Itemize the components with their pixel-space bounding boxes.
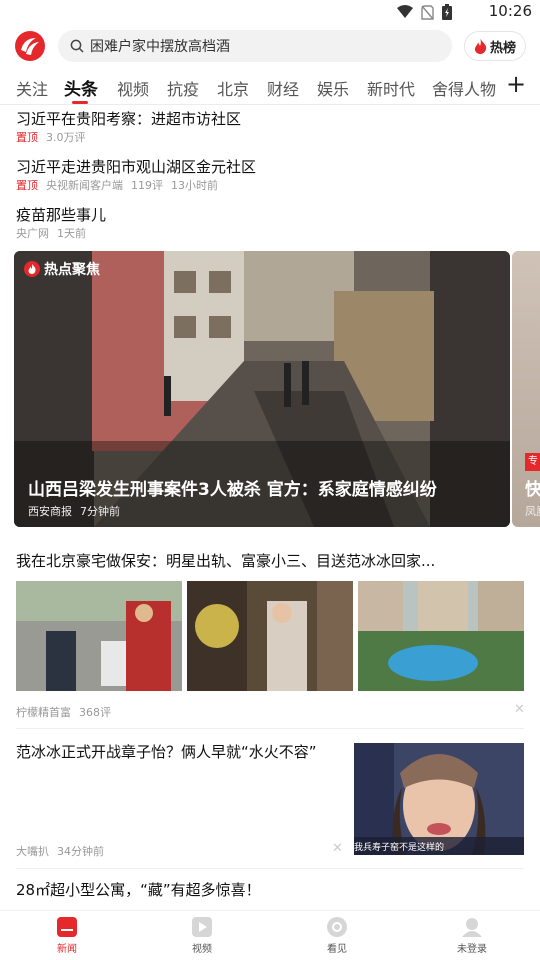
status-bar: 10:26: [0, 0, 540, 24]
video-icon: [192, 917, 212, 937]
news-meta: 央广网 1天前: [16, 225, 86, 241]
search-input[interactable]: 困难户家中摆放高档酒: [58, 30, 452, 62]
news-time: 34分钟前: [57, 845, 104, 858]
tab-entertainment[interactable]: 娱乐: [317, 76, 349, 100]
eye-icon: [327, 917, 347, 937]
status-icons: [397, 4, 452, 20]
tab-beijing[interactable]: 北京: [217, 76, 249, 100]
nav-video[interactable]: 视频: [172, 917, 232, 955]
ifeng-logo-icon[interactable]: [14, 30, 46, 62]
search-placeholder: 困难户家中摆放高档酒: [90, 39, 230, 55]
comment-count: 368评: [79, 706, 111, 719]
channel-tabs: 关注 头条 视频 抗疫 北京 财经 娱乐 新时代 舍得人物 +: [0, 72, 540, 104]
article-image-row[interactable]: [16, 581, 524, 691]
tab-new-era[interactable]: 新时代: [367, 76, 415, 100]
pinned-tag: 置顶: [16, 179, 38, 192]
news-title[interactable]: 疫苗那些事儿: [16, 204, 106, 225]
tab-finance[interactable]: 财经: [267, 76, 299, 100]
next-card-title: 快: [525, 480, 540, 500]
status-time: 10:26: [488, 2, 532, 20]
news-title[interactable]: 习近平在贵阳考察：进超市访社区: [16, 108, 241, 129]
wifi-icon: [397, 5, 413, 18]
article-meta: 柠檬精首富 368评: [16, 704, 111, 720]
article-title[interactable]: 我在北京豪宅做保安：明星出轨、富豪小三、目送范冰冰回家...: [16, 550, 435, 571]
news-time: 7分钟前: [80, 505, 120, 518]
battery-icon: [442, 4, 452, 20]
news-time: 13小时前: [171, 179, 218, 192]
nav-label: 新闻: [57, 944, 77, 955]
tab-people[interactable]: 舍得人物: [432, 76, 496, 100]
tab-anti-epidemic[interactable]: 抗疫: [167, 76, 199, 100]
hot-focus-badge: 热点聚焦: [24, 259, 100, 279]
flame-icon: [474, 38, 487, 54]
thumbnail-caption: 我兵寿子窑不是这样的: [354, 843, 445, 853]
article-title[interactable]: 28㎡超小型公寓，“藏”有超多惊喜！: [16, 879, 261, 900]
news-source: 央广网: [16, 227, 49, 240]
comment-count: 3.0万评: [46, 131, 86, 144]
news-source: 柠檬精首富: [16, 706, 71, 719]
hot-list-label: 热榜: [489, 40, 516, 56]
dismiss-icon[interactable]: ✕: [514, 702, 525, 717]
no-sim-icon: [421, 4, 434, 20]
hot-focus-badge-label: 热点聚焦: [44, 262, 100, 278]
nav-news[interactable]: 新闻: [37, 917, 97, 955]
news-source: 西安商报: [28, 505, 72, 518]
article-meta: 大嘴扒 34分钟前: [16, 843, 104, 859]
news-meta: 置顶 央视新闻客户端 119评 13小时前: [16, 177, 218, 193]
header: 困难户家中摆放高档酒 热榜: [0, 28, 540, 64]
special-tag: 专: [525, 453, 540, 471]
article-thumbnail[interactable]: 我兵寿子窑不是这样的: [354, 743, 524, 855]
article-thumbnail-image: [354, 743, 524, 855]
article-image: [16, 581, 182, 691]
tab-follow[interactable]: 关注: [16, 76, 48, 100]
pinned-tag: 置顶: [16, 131, 38, 144]
nav-label: 看见: [327, 944, 347, 955]
news-source: 央视新闻客户端: [46, 179, 123, 192]
article-image: [358, 581, 524, 691]
tab-headlines[interactable]: 头条: [64, 75, 98, 100]
article-title[interactable]: 范冰冰正式开战章子怡？俩人早就“水火不容”: [16, 741, 317, 762]
hot-focus-card[interactable]: 热点聚焦 山西吕梁发生刑事案件3人被杀 官方：系家庭情感纠纷 西安商报 7分钟前: [14, 251, 510, 527]
hot-list-button[interactable]: 热榜: [464, 31, 526, 61]
next-card-source: 凤凰: [525, 505, 540, 518]
tab-video[interactable]: 视频: [117, 76, 149, 100]
nav-profile[interactable]: 未登录: [442, 917, 502, 955]
flame-icon: [24, 261, 40, 277]
bottom-nav: 新闻 视频 看见 未登录: [0, 910, 540, 960]
hot-focus-meta: 西安商报 7分钟前: [28, 503, 120, 519]
hot-focus-title: 山西吕梁发生刑事案件3人被杀 官方：系家庭情感纠纷: [28, 480, 437, 500]
user-icon: [462, 918, 482, 937]
news-time: 1天前: [57, 227, 86, 240]
news-source: 大嘴扒: [16, 845, 49, 858]
news-icon: [57, 917, 77, 937]
comment-count: 119评: [131, 179, 163, 192]
nav-label: 视频: [192, 944, 212, 955]
search-icon: [70, 39, 84, 53]
news-meta: 置顶 3.0万评: [16, 129, 86, 145]
article-image: [187, 581, 353, 691]
divider: [16, 728, 524, 729]
next-hot-card[interactable]: 专 快 凤凰: [512, 251, 540, 527]
dismiss-icon[interactable]: ✕: [332, 841, 343, 856]
news-title[interactable]: 习近平走进贵阳市观山湖区金元社区: [16, 156, 256, 177]
nav-see[interactable]: 看见: [307, 917, 367, 955]
add-channel-icon[interactable]: +: [506, 72, 526, 98]
nav-label: 未登录: [457, 944, 487, 955]
tabs-divider: [0, 104, 540, 105]
divider: [16, 868, 524, 869]
